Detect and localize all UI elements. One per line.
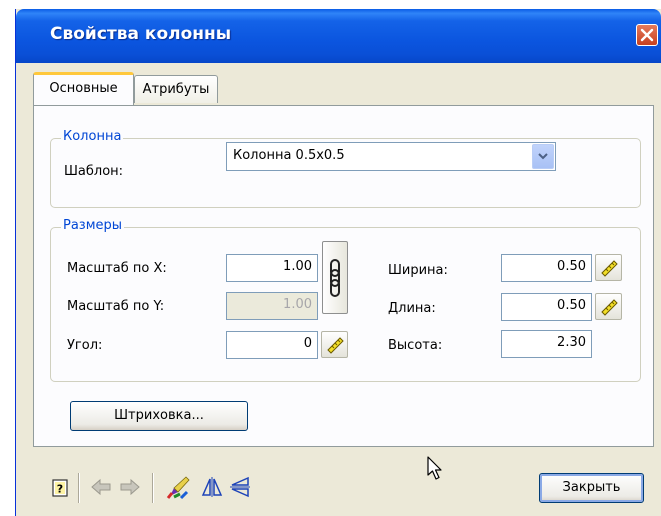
height-input[interactable]: 2.30 <box>501 330 592 358</box>
mirror-horizontal-button[interactable] <box>229 475 251 499</box>
template-select[interactable]: Колонна 0.5x0.5 <box>226 142 556 171</box>
ruler-icon <box>600 298 618 316</box>
height-label: Высота: <box>388 338 443 353</box>
mirror-vertical-button[interactable] <box>201 475 223 499</box>
column-group-title: Колонна <box>61 129 124 144</box>
template-select-value: Колонна 0.5x0.5 <box>233 148 345 163</box>
template-dropdown-button[interactable] <box>532 144 554 169</box>
width-measure-button[interactable] <box>595 254 622 281</box>
template-label: Шаблон: <box>64 164 124 179</box>
length-label: Длина: <box>388 301 436 316</box>
tab-attributes[interactable]: Атрибуты <box>134 75 218 103</box>
paint-icon <box>166 476 190 500</box>
mouse-cursor-icon <box>427 456 442 480</box>
scale-x-label: Масштаб по X: <box>67 261 167 276</box>
window-title: Свойства колонны <box>50 24 232 44</box>
next-button[interactable] <box>119 477 141 497</box>
scale-x-input[interactable]: 1.00 <box>226 254 318 282</box>
angle-measure-button[interactable] <box>321 331 348 358</box>
title-bar[interactable]: Свойства колонны <box>16 9 661 63</box>
previous-button[interactable] <box>90 477 112 497</box>
mirror-vertical-icon <box>201 477 223 497</box>
angle-label: Угол: <box>67 338 103 353</box>
ruler-icon <box>326 336 344 354</box>
scale-y-label: Масштаб по Y: <box>67 299 165 314</box>
arrow-right-icon <box>120 478 140 496</box>
length-measure-button[interactable] <box>595 293 622 320</box>
help-icon: ? <box>52 479 68 497</box>
size-group-title: Размеры <box>61 218 125 233</box>
tab-panel-main: Колонна Шаблон: Колонна 0.5x0.5 Размеры … <box>33 105 654 447</box>
dialog-window: Свойства колонны Основные Атрибуты Колон… <box>15 9 661 516</box>
tab-main[interactable]: Основные <box>33 72 134 105</box>
help-button[interactable]: ? <box>51 478 69 498</box>
mirror-horizontal-icon <box>230 476 250 498</box>
chain-link-icon <box>330 258 340 297</box>
close-window-button[interactable] <box>636 24 658 46</box>
svg-text:?: ? <box>57 483 63 496</box>
close-x-icon <box>640 28 654 42</box>
ruler-icon <box>600 259 618 277</box>
angle-input[interactable]: 0 <box>226 331 318 359</box>
close-button[interactable]: Закрыть <box>539 473 644 503</box>
length-input[interactable]: 0.50 <box>501 293 592 321</box>
toolbar-separator <box>78 473 80 503</box>
link-scale-button[interactable] <box>322 241 348 314</box>
width-label: Ширина: <box>388 263 448 278</box>
dropdown-arrow-icon <box>538 153 548 160</box>
toolbar-separator <box>152 473 154 503</box>
width-input[interactable]: 0.50 <box>501 254 592 282</box>
scale-y-input: 1.00 <box>226 292 318 320</box>
hatch-button[interactable]: Штриховка... <box>70 401 248 431</box>
arrow-left-icon <box>91 478 111 496</box>
paint-button[interactable] <box>166 473 192 501</box>
